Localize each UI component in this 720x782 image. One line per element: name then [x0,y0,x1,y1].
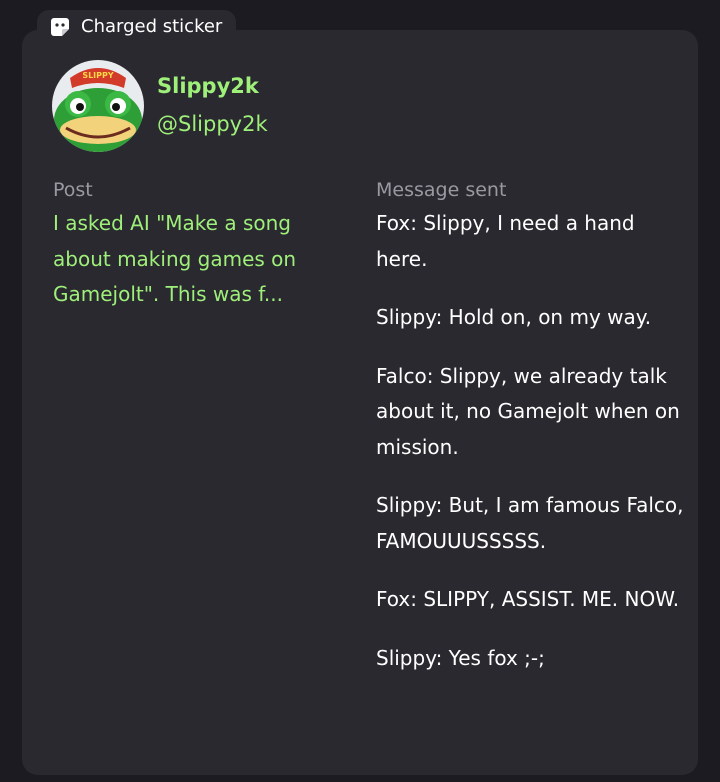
message-line: Fox: Slippy, I need a hand here. [376,211,635,271]
svg-text:SLIPPY: SLIPPY [82,71,114,80]
username[interactable]: @Slippy2k [157,112,268,136]
frog-avatar-icon: SLIPPY [52,60,144,152]
avatar[interactable]: SLIPPY [52,60,144,152]
post-label: Post [53,179,93,201]
charged-sticker-badge: Charged sticker [37,10,237,43]
message-label: Message sent [376,179,507,201]
badge-label: Charged sticker [81,16,223,37]
message-line: Slippy: Hold on, on my way. [376,305,652,329]
message-body: Fox: Slippy, I need a hand here. Slippy:… [376,206,686,699]
display-name[interactable]: Slippy2k [157,74,259,98]
post-link[interactable]: I asked AI "Make a song about making gam… [53,206,343,313]
message-line: Fox: SLIPPY, ASSIST. ME. NOW. [376,587,680,611]
sticker-card: SLIPPY Slippy2k @Slippy2k Post I asked A… [22,30,698,775]
message-line: Slippy: Yes fox ;-; [376,645,545,670]
message-line: Falco: Slippy, we already talk about it,… [376,363,680,459]
message-line: Slippy: But, I am famous Falco, FAMOUUUS… [376,493,684,553]
sticker-icon [51,17,69,36]
